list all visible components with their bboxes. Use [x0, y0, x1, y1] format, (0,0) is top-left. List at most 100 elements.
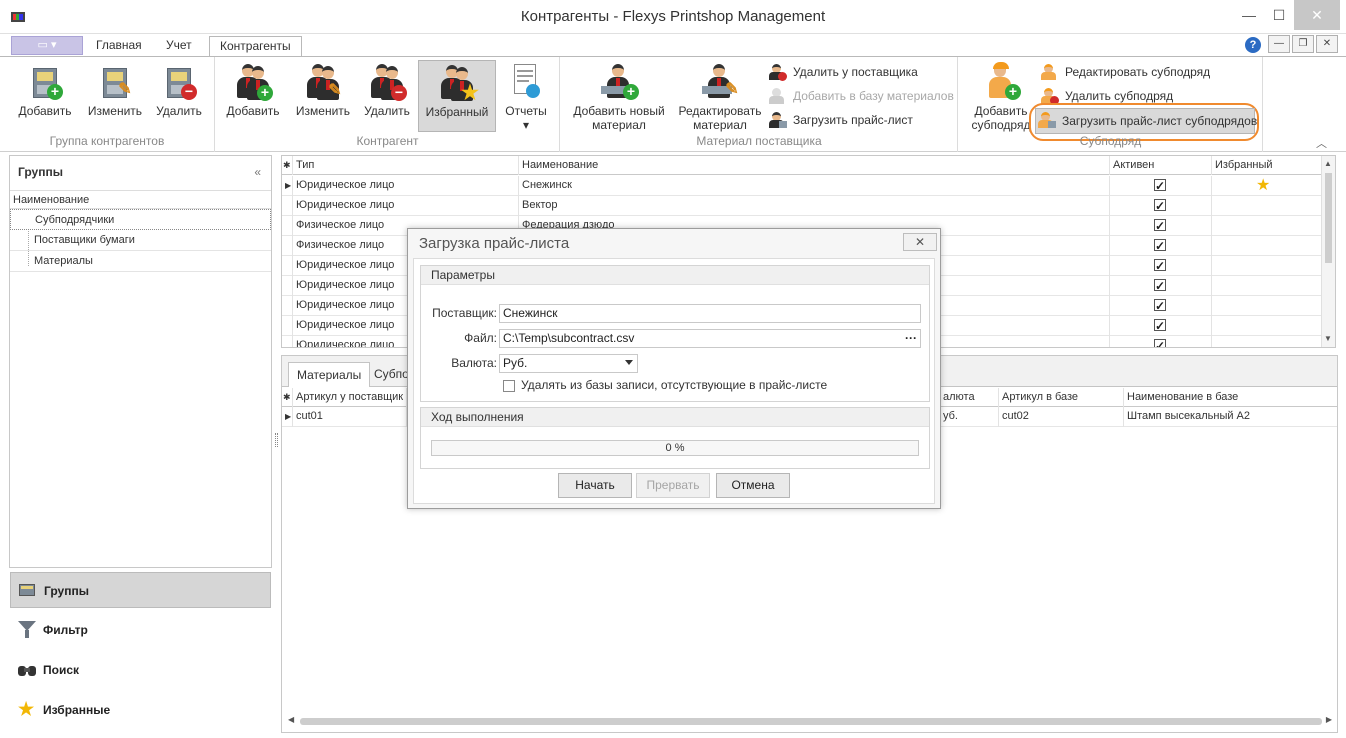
add-group-button[interactable]: + Добавить: [14, 60, 76, 130]
add-contractor-button[interactable]: + Добавить: [222, 60, 284, 130]
add-subcontract-button[interactable]: + Добавить субподряд: [965, 60, 1037, 132]
supplier-field[interactable]: Снежинск: [499, 304, 921, 323]
tab-materials[interactable]: Материалы: [288, 362, 371, 387]
mdi-close-button[interactable]: ✕: [1316, 35, 1338, 53]
mdi-minimize-button[interactable]: —: [1268, 35, 1290, 53]
column-header-supplier-sku[interactable]: Артикул у поставщик: [293, 388, 407, 407]
nav-favorites-button[interactable]: ★ Избранные: [10, 692, 271, 728]
nav-filter-button[interactable]: Фильтр: [10, 612, 271, 648]
group-caption: Субподряд: [1079, 134, 1142, 148]
file-label: Файл:: [464, 331, 497, 345]
currency-select[interactable]: Руб.: [499, 354, 638, 373]
active-checkbox[interactable]: [1154, 177, 1166, 196]
remove-missing-label[interactable]: Удалять из базы записи, отсутствующие в …: [521, 378, 827, 392]
maximize-button[interactable]: ☐: [1264, 0, 1294, 30]
scroll-down-icon[interactable]: ▼: [1324, 334, 1332, 343]
row-indicator-icon: [282, 296, 293, 316]
favorite-contractor-button[interactable]: ★ Избранный: [418, 60, 496, 132]
help-icon[interactable]: ?: [1245, 37, 1261, 53]
tab-contractors[interactable]: Контрагенты: [209, 36, 302, 58]
edit-material-button[interactable]: ✎ Редактировать материал: [675, 60, 765, 132]
tab-main[interactable]: Главная: [86, 36, 152, 57]
add-to-materials-db-button[interactable]: Добавить в базу материалов: [767, 85, 954, 107]
cancel-button[interactable]: Отмена: [716, 473, 790, 498]
active-checkbox[interactable]: [1154, 297, 1166, 316]
browse-file-button[interactable]: ···: [905, 330, 917, 347]
active-checkbox[interactable]: [1154, 237, 1166, 256]
close-window-button[interactable]: ✕: [1294, 0, 1340, 30]
horizontal-scrollbar[interactable]: ◀ ▶: [286, 714, 1334, 728]
start-button[interactable]: Начать: [558, 473, 632, 498]
column-header-db-name[interactable]: Наименование в базе: [1124, 388, 1337, 407]
tab-accounting[interactable]: Учет: [156, 36, 202, 57]
nav-search-button[interactable]: Поиск: [10, 652, 271, 688]
load-pricelist-button[interactable]: Загрузить прайс-лист: [767, 109, 913, 131]
app-menu-button[interactable]: ▭ ▾: [11, 36, 83, 55]
table-row[interactable]: ▶Юридическое лицоСнежинск ★: [282, 176, 1322, 196]
groups-icon: [19, 582, 37, 600]
active-checkbox[interactable]: [1154, 257, 1166, 276]
column-header-active[interactable]: Активен: [1110, 156, 1212, 175]
row-indicator-icon: [282, 236, 293, 256]
worker-edit-icon: [1041, 64, 1059, 80]
abort-button[interactable]: Прервать: [636, 473, 710, 498]
progress-group: Ход выполнения 0 %: [420, 407, 930, 469]
tree-item-materials[interactable]: Материалы: [10, 251, 271, 272]
column-header-name[interactable]: Наименование: [519, 156, 1110, 175]
delete-contractor-button[interactable]: − Удалить: [358, 60, 416, 130]
favorite-star-icon: ★: [1256, 177, 1271, 194]
scroll-left-icon[interactable]: ◀: [288, 715, 294, 724]
tree-column-header[interactable]: Наименование: [10, 190, 271, 209]
column-header-favorite[interactable]: Избранный: [1212, 156, 1322, 175]
active-checkbox[interactable]: [1154, 337, 1166, 347]
edit-subcontract-button[interactable]: Редактировать субподряд: [1039, 61, 1210, 83]
active-checkbox[interactable]: [1154, 277, 1166, 296]
active-checkbox[interactable]: [1154, 317, 1166, 336]
column-header-db-sku[interactable]: Артикул в базе: [999, 388, 1124, 407]
column-header-currency[interactable]: алюта: [940, 388, 999, 407]
person-remove-icon: [769, 64, 787, 81]
cabinet-delete-icon: −: [159, 62, 199, 102]
collapse-pane-icon[interactable]: «: [254, 165, 261, 179]
row-indicator-icon: [282, 336, 293, 347]
filter-icon: [18, 621, 36, 639]
pane-splitter[interactable]: [275, 433, 278, 447]
grid-header: ✱ Тип Наименование Активен Избранный: [282, 156, 1322, 175]
file-field[interactable]: C:\Temp\subcontract.csv ···: [499, 329, 921, 348]
delete-group-button[interactable]: − Удалить: [150, 60, 208, 130]
dialog-close-button[interactable]: ✕: [903, 233, 937, 251]
people-star-icon: ★: [437, 63, 479, 103]
groups-pane: Группы « Наименование Субподрядчики Пост…: [9, 155, 272, 568]
cell-favorite: [1212, 216, 1322, 236]
reports-button[interactable]: Отчеты ▾: [500, 60, 552, 132]
remove-missing-checkbox[interactable]: [503, 380, 515, 392]
edit-group-button[interactable]: ✎ Изменить: [82, 60, 148, 130]
group-caption: Группа контрагентов: [49, 134, 165, 148]
mdi-restore-button[interactable]: ❐: [1292, 35, 1314, 53]
edit-contractor-button[interactable]: ✎ Изменить: [290, 60, 356, 130]
tree-item-subcontractors[interactable]: Субподрядчики: [10, 209, 271, 230]
scroll-thumb[interactable]: [1325, 173, 1332, 263]
scroll-right-icon[interactable]: ▶: [1326, 715, 1332, 724]
table-row[interactable]: Юридическое лицо Вектор: [282, 196, 1322, 216]
column-header-type[interactable]: Тип: [293, 156, 519, 175]
scroll-thumb[interactable]: [300, 718, 1322, 725]
window-title: Контрагенты - Flexys Printshop Managemen…: [520, 8, 826, 25]
add-new-material-button[interactable]: + Добавить новый материал: [569, 60, 669, 132]
report-icon: [506, 62, 546, 102]
nav-groups-button[interactable]: Группы: [10, 572, 271, 608]
groups-pane-header: Группы: [18, 165, 63, 179]
active-checkbox[interactable]: [1154, 217, 1166, 236]
scroll-up-icon[interactable]: ▲: [1324, 159, 1332, 168]
vertical-scrollbar[interactable]: ▲ ▼: [1321, 156, 1335, 347]
load-subcontract-pricelist-button[interactable]: Загрузить прайс-лист субподрядов: [1035, 108, 1257, 134]
active-checkbox[interactable]: [1154, 197, 1166, 216]
minimize-button[interactable]: —: [1234, 0, 1264, 30]
cell-active: [1110, 256, 1212, 276]
collapse-ribbon-icon[interactable]: ︿: [1316, 135, 1327, 151]
ribbon-group-subcontract: + Добавить субподряд Редактировать субпо…: [959, 57, 1263, 152]
progress-text: 0 %: [665, 442, 685, 454]
remove-from-supplier-button[interactable]: Удалить у поставщика: [767, 61, 918, 83]
tree-item-paper-suppliers[interactable]: Поставщики бумаги: [10, 230, 271, 251]
cell-active: [1110, 176, 1212, 196]
